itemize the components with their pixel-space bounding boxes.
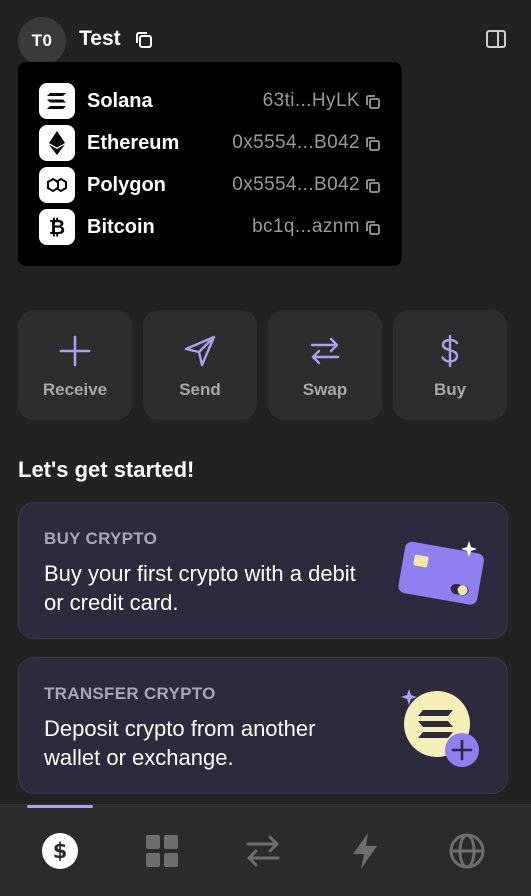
wallet-icon[interactable]: $ <box>40 831 80 871</box>
copy-icon[interactable] <box>364 93 382 111</box>
network-row-polygon[interactable]: Polygon 0x5554...B042 <box>18 164 402 206</box>
card-body: Buy your first crypto with a debit or cr… <box>44 561 356 615</box>
dollar-icon <box>441 334 459 368</box>
address-popover: Solana 63ti...HyLK Ethereum 0x5554...B04… <box>18 62 402 266</box>
ethereum-icon <box>39 125 75 161</box>
action-label: Swap <box>302 380 348 399</box>
buy-crypto-card[interactable]: BUY CRYPTO Buy your first crypto with a … <box>18 502 508 639</box>
network-name: Polygon <box>87 174 166 196</box>
explore-icon[interactable] <box>447 831 487 871</box>
network-name: Solana <box>87 90 153 112</box>
bitcoin-icon: ₿ <box>39 209 75 245</box>
solana-icon <box>39 83 75 119</box>
card-kicker: TRANSFER CRYPTO <box>44 684 216 703</box>
network-row-ethereum[interactable]: Ethereum 0x5554...B042 <box>18 122 402 164</box>
send-icon <box>184 335 216 367</box>
network-name: Ethereum <box>87 132 180 154</box>
network-address: 63ti...HyLK <box>262 90 360 111</box>
polygon-icon <box>39 167 75 203</box>
section-title: Let's get started! <box>18 457 195 482</box>
receive-button[interactable]: Receive <box>18 310 132 420</box>
transfer-crypto-card[interactable]: TRANSFER CRYPTO Deposit crypto from anot… <box>18 657 508 794</box>
network-address: bc1q...aznm <box>252 216 360 237</box>
account-name[interactable]: Test <box>79 27 121 51</box>
activity-icon[interactable] <box>345 831 385 871</box>
svg-text:$: $ <box>53 839 68 863</box>
network-row-bitcoin[interactable]: ₿ Bitcoin bc1q...aznm <box>18 206 402 248</box>
network-row-solana[interactable]: Solana 63ti...HyLK <box>18 80 402 122</box>
action-label: Buy <box>433 380 467 399</box>
network-address: 0x5554...B042 <box>232 174 360 195</box>
network-name: Bitcoin <box>87 216 155 238</box>
bottom-nav: $ <box>0 804 531 896</box>
action-bar: Receive Send Swap Buy <box>18 310 508 420</box>
plus-icon <box>59 335 91 367</box>
side-panel-icon[interactable] <box>485 28 507 50</box>
swap-icon[interactable] <box>243 831 283 871</box>
collectibles-icon[interactable] <box>142 831 182 871</box>
svg-text:₿: ₿ <box>49 215 65 239</box>
buy-button[interactable]: Buy <box>393 310 507 420</box>
network-address: 0x5554...B042 <box>232 132 360 153</box>
swap-button[interactable]: Swap <box>268 310 382 420</box>
avatar[interactable]: T0 <box>18 17 66 65</box>
copy-icon[interactable] <box>364 177 382 195</box>
transfer-illustration <box>401 689 479 767</box>
credit-card-illustration <box>398 541 484 605</box>
send-button[interactable]: Send <box>143 310 257 420</box>
copy-icon[interactable] <box>364 219 382 237</box>
copy-icon[interactable] <box>364 135 382 153</box>
active-tab-indicator <box>27 805 93 808</box>
swap-icon <box>310 337 340 365</box>
action-label: Receive <box>42 380 108 399</box>
action-label: Send <box>179 380 221 399</box>
card-body: Deposit crypto from another wallet or ex… <box>44 716 316 770</box>
copy-icon[interactable] <box>134 30 154 50</box>
card-kicker: BUY CRYPTO <box>44 529 158 548</box>
